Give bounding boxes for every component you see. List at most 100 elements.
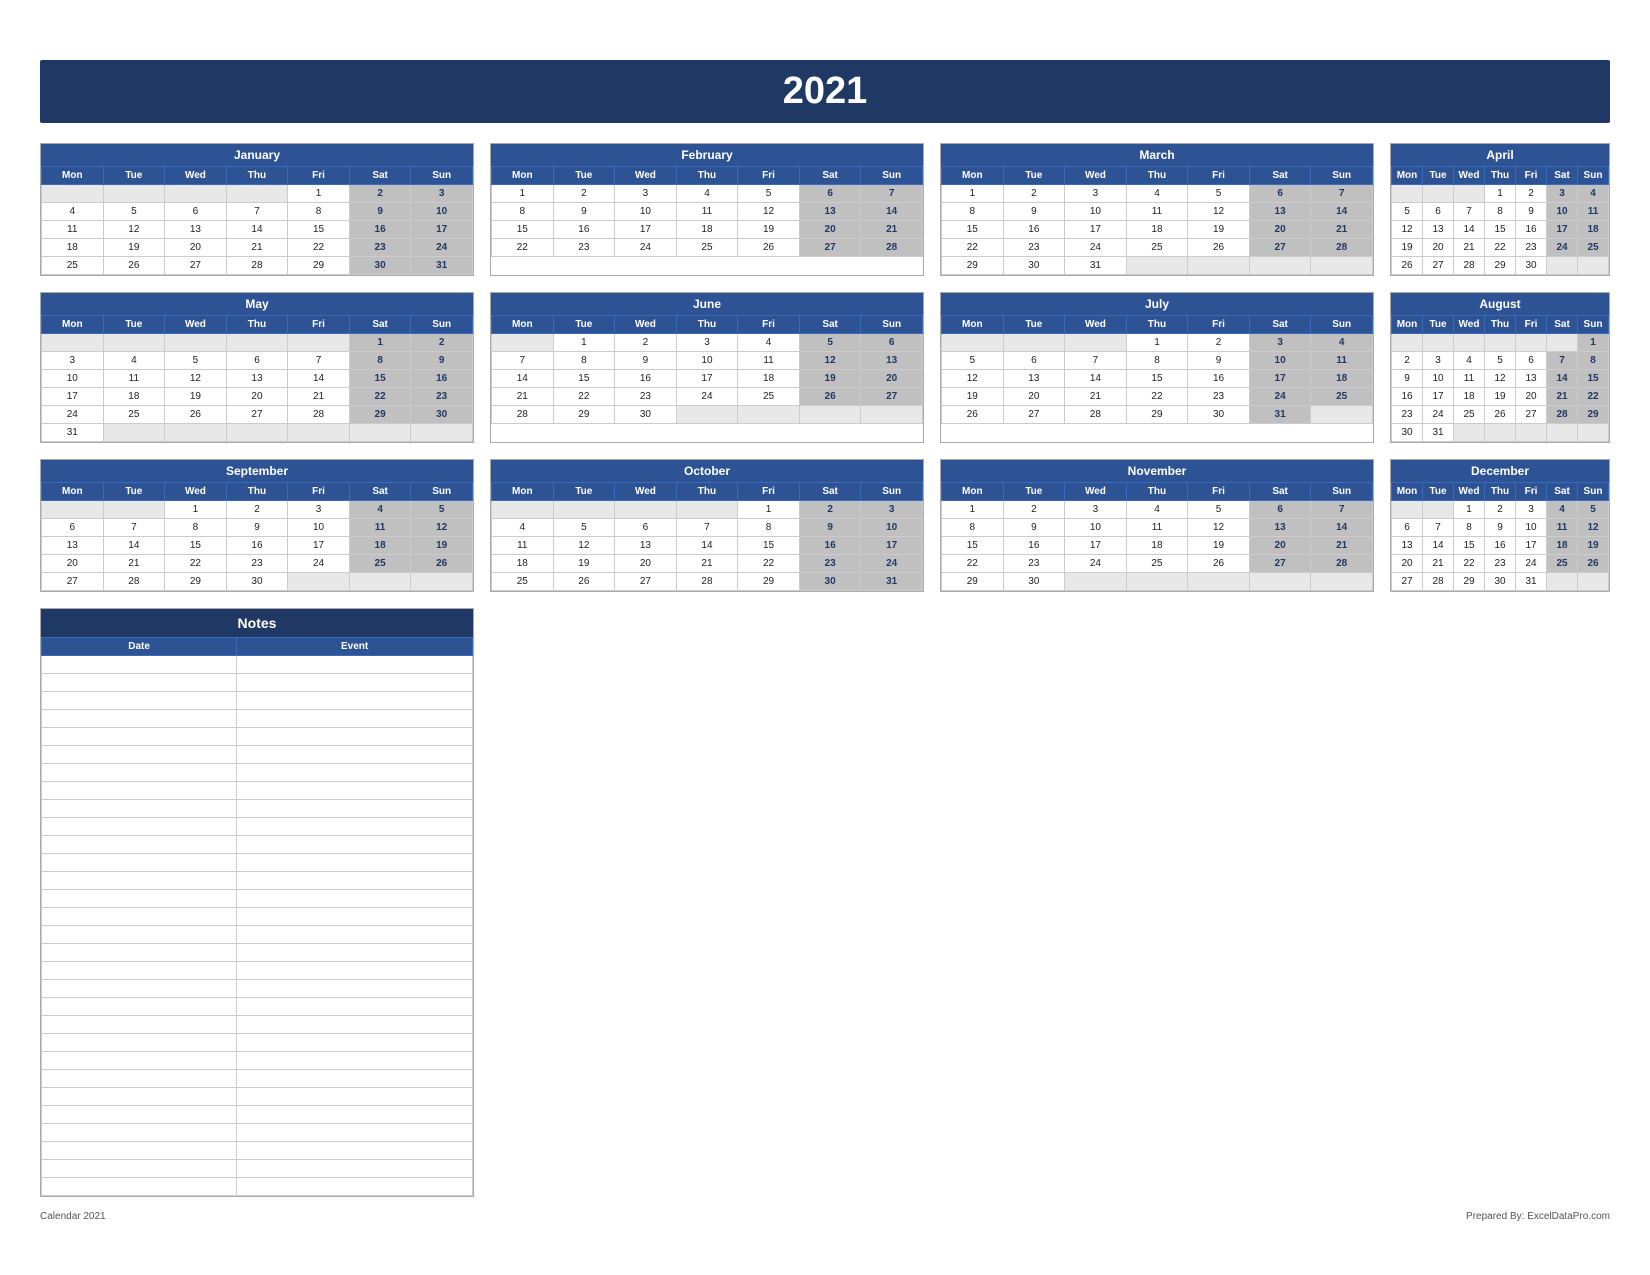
week-row: 11121314151617 bbox=[42, 221, 473, 239]
notes-date-cell[interactable] bbox=[42, 728, 237, 746]
notes-event-cell[interactable] bbox=[237, 656, 473, 674]
day-cell: 16 bbox=[799, 537, 861, 555]
day-cell: 6 bbox=[1249, 185, 1311, 203]
notes-event-cell[interactable] bbox=[237, 728, 473, 746]
notes-date-cell[interactable] bbox=[42, 1142, 237, 1160]
month-table: MonTueWedThuFriSatSun1234567891011121314… bbox=[41, 482, 473, 591]
day-cell: 23 bbox=[226, 555, 288, 573]
notes-date-cell[interactable] bbox=[42, 944, 237, 962]
day-cell: 26 bbox=[411, 555, 473, 573]
notes-event-cell[interactable] bbox=[237, 746, 473, 764]
notes-date-cell[interactable] bbox=[42, 782, 237, 800]
notes-row bbox=[42, 1178, 473, 1196]
notes-date-cell[interactable] bbox=[42, 908, 237, 926]
notes-event-cell[interactable] bbox=[237, 854, 473, 872]
notes-event-cell[interactable] bbox=[237, 890, 473, 908]
day-cell: 5 bbox=[799, 334, 861, 352]
notes-event-cell[interactable] bbox=[237, 818, 473, 836]
notes-event-cell[interactable] bbox=[237, 1088, 473, 1106]
day-header: Mon bbox=[42, 483, 104, 501]
notes-date-cell[interactable] bbox=[42, 710, 237, 728]
day-cell: 15 bbox=[165, 537, 227, 555]
notes-event-cell[interactable] bbox=[237, 908, 473, 926]
notes-event-cell[interactable] bbox=[237, 1016, 473, 1034]
day-cell: 13 bbox=[615, 537, 677, 555]
notes-event-cell[interactable] bbox=[237, 1124, 473, 1142]
notes-event-cell[interactable] bbox=[237, 998, 473, 1016]
day-cell: 5 bbox=[1578, 501, 1609, 519]
day-cell: 1 bbox=[942, 185, 1004, 203]
notes-event-cell[interactable] bbox=[237, 800, 473, 818]
notes-event-cell[interactable] bbox=[237, 1034, 473, 1052]
notes-date-cell[interactable] bbox=[42, 890, 237, 908]
notes-event-cell[interactable] bbox=[237, 782, 473, 800]
day-cell: 31 bbox=[1249, 406, 1311, 424]
notes-event-cell[interactable] bbox=[237, 1142, 473, 1160]
notes-date-cell[interactable] bbox=[42, 998, 237, 1016]
notes-date-cell[interactable] bbox=[42, 764, 237, 782]
notes-date-cell[interactable] bbox=[42, 1124, 237, 1142]
notes-event-cell[interactable] bbox=[237, 944, 473, 962]
notes-date-cell[interactable] bbox=[42, 818, 237, 836]
notes-event-cell[interactable] bbox=[237, 1070, 473, 1088]
day-cell: 23 bbox=[1485, 555, 1516, 573]
notes-date-cell[interactable] bbox=[42, 836, 237, 854]
day-cell bbox=[492, 501, 554, 519]
day-cell: 17 bbox=[615, 221, 677, 239]
day-cell: 4 bbox=[1126, 501, 1188, 519]
notes-event-cell[interactable] bbox=[237, 836, 473, 854]
notes-date-cell[interactable] bbox=[42, 800, 237, 818]
notes-event-cell[interactable] bbox=[237, 692, 473, 710]
notes-date-cell[interactable] bbox=[42, 1034, 237, 1052]
notes-date-cell[interactable] bbox=[42, 1178, 237, 1196]
notes-event-cell[interactable] bbox=[237, 1052, 473, 1070]
notes-date-cell[interactable] bbox=[42, 746, 237, 764]
notes-date-cell[interactable] bbox=[42, 1106, 237, 1124]
notes-date-cell[interactable] bbox=[42, 1160, 237, 1178]
day-cell: 20 bbox=[1516, 388, 1547, 406]
notes-date-cell[interactable] bbox=[42, 656, 237, 674]
day-cell: 22 bbox=[942, 555, 1004, 573]
notes-event-cell[interactable] bbox=[237, 1160, 473, 1178]
notes-event-cell[interactable] bbox=[237, 674, 473, 692]
notes-date-cell[interactable] bbox=[42, 926, 237, 944]
week-row: 123 bbox=[492, 501, 923, 519]
notes-date-cell[interactable] bbox=[42, 1016, 237, 1034]
notes-date-cell[interactable] bbox=[42, 980, 237, 998]
notes-event-cell[interactable] bbox=[237, 962, 473, 980]
notes-date-cell[interactable] bbox=[42, 1070, 237, 1088]
day-cell: 20 bbox=[42, 555, 104, 573]
notes-event-cell[interactable] bbox=[237, 764, 473, 782]
day-cell: 6 bbox=[615, 519, 677, 537]
notes-date-cell[interactable] bbox=[42, 854, 237, 872]
notes-date-cell[interactable] bbox=[42, 1052, 237, 1070]
day-cell: 29 bbox=[288, 257, 350, 275]
day-header: Thu bbox=[226, 316, 288, 334]
notes-date-cell[interactable] bbox=[42, 872, 237, 890]
notes-event-cell[interactable] bbox=[237, 926, 473, 944]
day-cell: 7 bbox=[861, 185, 923, 203]
notes-event-cell[interactable] bbox=[237, 1106, 473, 1124]
notes-row bbox=[42, 710, 473, 728]
day-cell: 25 bbox=[676, 239, 738, 257]
notes-date-cell[interactable] bbox=[42, 1088, 237, 1106]
week-row: 567891011 bbox=[942, 352, 1373, 370]
notes-event-cell[interactable] bbox=[237, 710, 473, 728]
month-table: MonTueWedThuFriSatSun1234567891011121314… bbox=[41, 315, 473, 442]
day-cell: 8 bbox=[349, 352, 411, 370]
day-cell: 23 bbox=[1188, 388, 1250, 406]
day-cell: 8 bbox=[553, 352, 615, 370]
notes-event-cell[interactable] bbox=[237, 980, 473, 998]
day-cell: 13 bbox=[42, 537, 104, 555]
notes-event-cell[interactable] bbox=[237, 1178, 473, 1196]
day-cell: 17 bbox=[42, 388, 104, 406]
day-cell: 5 bbox=[1188, 501, 1250, 519]
day-cell: 21 bbox=[226, 239, 288, 257]
notes-date-cell[interactable] bbox=[42, 674, 237, 692]
day-header: Mon bbox=[942, 316, 1004, 334]
day-cell: 20 bbox=[861, 370, 923, 388]
notes-date-cell[interactable] bbox=[42, 962, 237, 980]
notes-date-cell[interactable] bbox=[42, 692, 237, 710]
day-cell: 6 bbox=[1516, 352, 1547, 370]
notes-event-cell[interactable] bbox=[237, 872, 473, 890]
